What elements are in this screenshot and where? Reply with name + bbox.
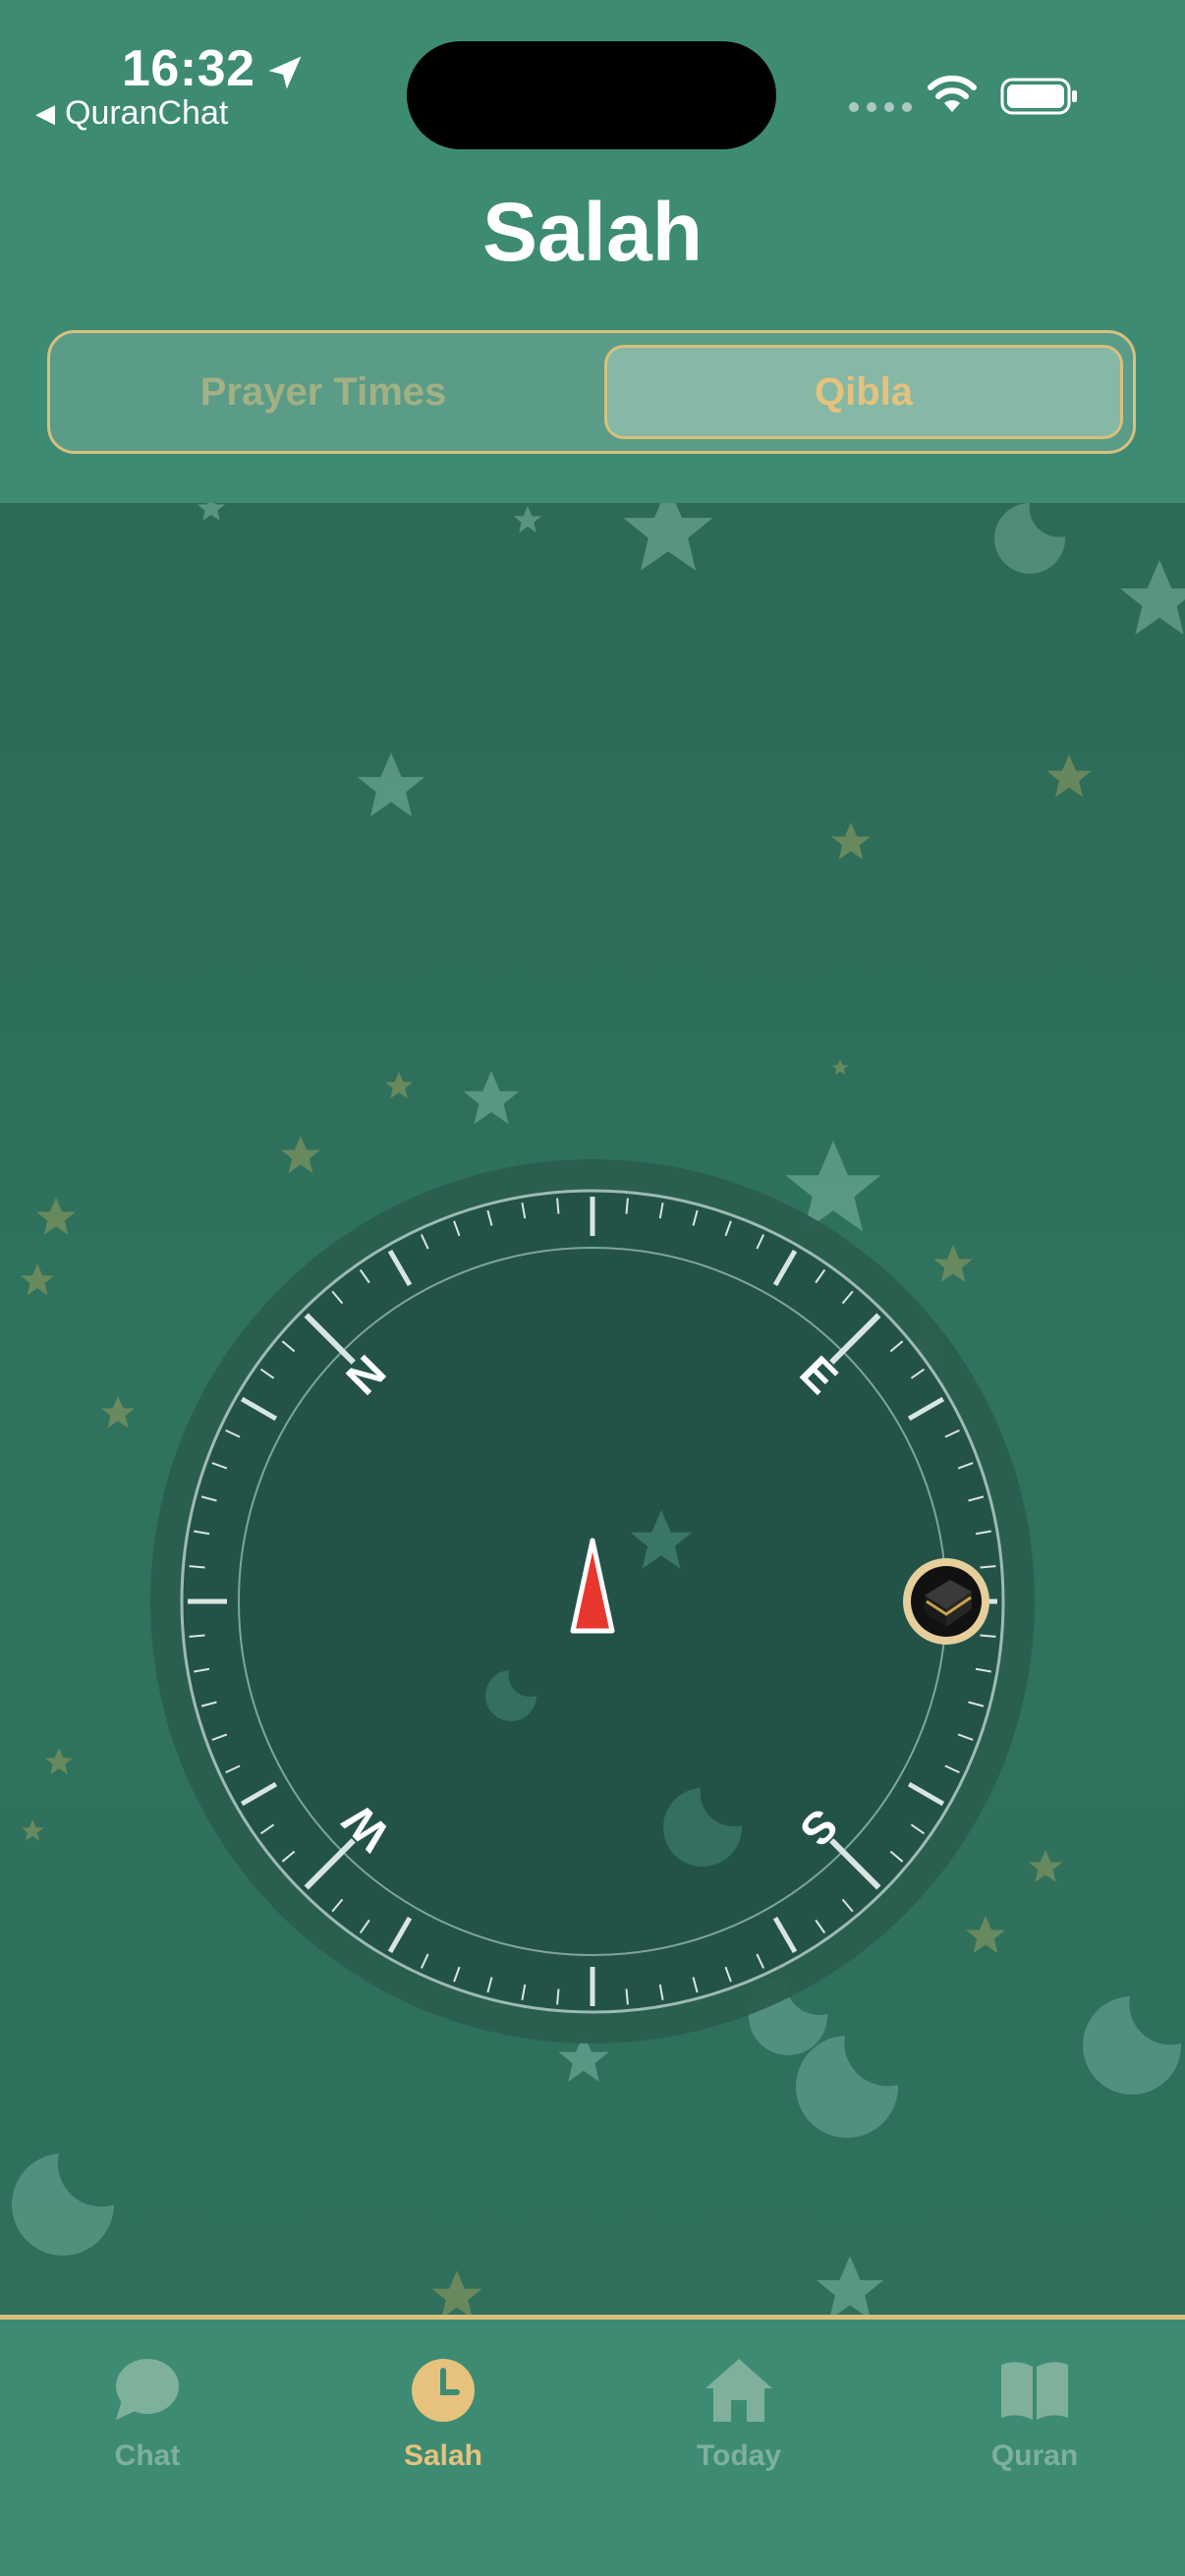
cellular-signal-icon [849,102,912,112]
tab-bar: Chat Salah Today Quran [0,2315,1185,2576]
compass-tick [625,1988,629,2005]
tab-quran-label: Quran [990,2439,1079,2472]
back-to-app-link[interactable]: ◀ QuranChat [35,94,228,133]
status-time: 16:32 [122,40,255,97]
back-app-label: QuranChat [65,94,229,132]
page-title: Salah [481,186,704,278]
compass-tick [189,1565,205,1569]
tab-chat[interactable]: Chat [49,2355,246,2473]
home-icon [705,2359,772,2422]
header-bar: 16:32 ◀ QuranChat Salah Prayer Times Qib… [0,0,1185,503]
compass-tick [189,1634,205,1638]
clock-icon [412,2359,475,2422]
tab-salah-label: Salah [403,2439,483,2472]
book-icon [1001,2362,1068,2420]
compass-tick [980,1634,996,1638]
back-triangle-icon: ◀ [35,98,55,128]
compass-tick [625,1198,629,1214]
qibla-compass: N E S W [150,1159,1035,2044]
tab-today-label: Today [696,2439,782,2472]
dynamic-island [407,41,776,149]
compass-tick [556,1988,560,2005]
tab-qibla[interactable]: Qibla [604,345,1123,439]
location-arrow-icon [268,56,302,89]
tab-prayer-times[interactable]: Prayer Times [62,345,585,439]
segmented-control: Prayer Times Qibla [47,330,1136,454]
kaaba-icon [903,1558,989,1645]
tab-chat-label: Chat [114,2439,181,2472]
wifi-icon [928,75,977,112]
tab-quran[interactable]: Quran [936,2355,1133,2473]
battery-icon [1000,78,1077,115]
tab-salah[interactable]: Salah [345,2355,541,2473]
compass-tick [980,1565,996,1569]
compass-tick [556,1198,560,1214]
chat-bubble-icon [116,2359,179,2420]
tab-today[interactable]: Today [641,2355,837,2473]
